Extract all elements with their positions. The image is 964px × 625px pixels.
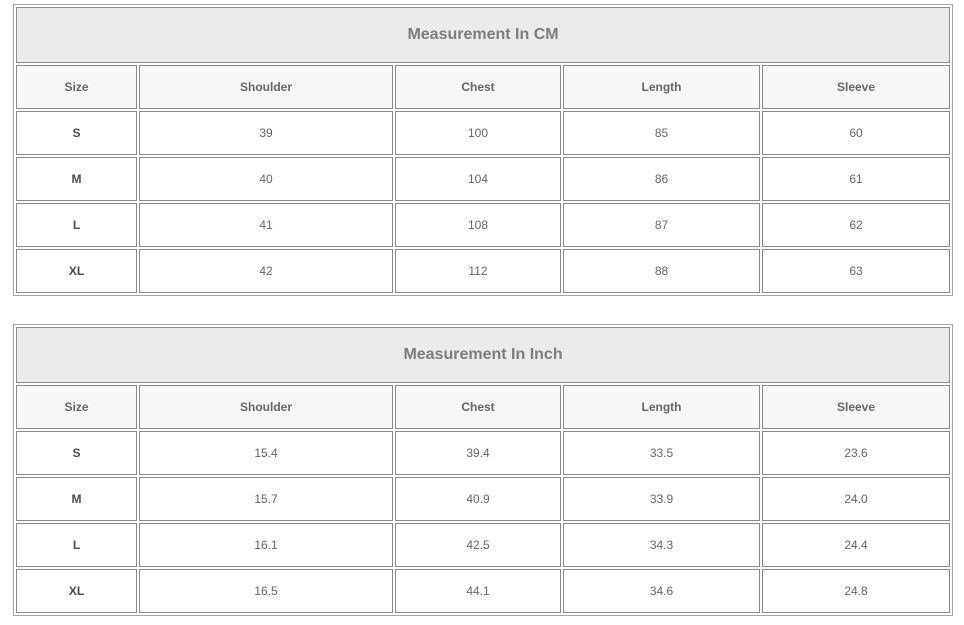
length-cell: 33.5 xyxy=(563,431,760,475)
table-row: S 15.4 39.4 33.5 23.6 xyxy=(16,431,951,475)
column-header-size: Size xyxy=(16,385,137,429)
size-cell: L xyxy=(16,523,137,567)
table-row: M 15.7 40.9 33.9 24.0 xyxy=(16,477,951,521)
column-header-size: Size xyxy=(16,65,137,109)
length-cell: 85 xyxy=(563,111,760,155)
size-cell: M xyxy=(16,477,137,521)
chest-cell: 42.5 xyxy=(395,523,561,567)
column-header-sleeve: Sleeve xyxy=(762,385,951,429)
table-title: Measurement In Inch xyxy=(16,327,951,383)
sleeve-cell: 23.6 xyxy=(762,431,951,475)
table-title: Measurement In CM xyxy=(16,7,951,63)
chest-cell: 40.9 xyxy=(395,477,561,521)
column-header-shoulder: Shoulder xyxy=(139,65,393,109)
table-title-row: Measurement In Inch xyxy=(16,327,951,383)
size-cell: XL xyxy=(16,569,137,613)
table-row: L 16.1 42.5 34.3 24.4 xyxy=(16,523,951,567)
table-row: M 40 104 86 61 xyxy=(16,157,951,201)
table-row: XL 16.5 44.1 34.6 24.8 xyxy=(16,569,951,613)
shoulder-cell: 40 xyxy=(139,157,393,201)
shoulder-cell: 39 xyxy=(139,111,393,155)
size-cell: S xyxy=(16,111,137,155)
table-header-row: Size Shoulder Chest Length Sleeve xyxy=(16,65,951,109)
column-header-length: Length xyxy=(563,65,760,109)
chest-cell: 104 xyxy=(395,157,561,201)
table-title-row: Measurement In CM xyxy=(16,7,951,63)
column-header-length: Length xyxy=(563,385,760,429)
size-chart-cm-table: Measurement In CM Size Shoulder Chest Le… xyxy=(13,4,954,296)
length-cell: 33.9 xyxy=(563,477,760,521)
sleeve-cell: 63 xyxy=(762,249,951,293)
size-cell: XL xyxy=(16,249,137,293)
shoulder-cell: 15.7 xyxy=(139,477,393,521)
length-cell: 34.3 xyxy=(563,523,760,567)
column-header-sleeve: Sleeve xyxy=(762,65,951,109)
size-cell: M xyxy=(16,157,137,201)
table-header-row: Size Shoulder Chest Length Sleeve xyxy=(16,385,951,429)
chest-cell: 112 xyxy=(395,249,561,293)
table-row: XL 42 112 88 63 xyxy=(16,249,951,293)
shoulder-cell: 16.5 xyxy=(139,569,393,613)
sleeve-cell: 62 xyxy=(762,203,951,247)
column-header-chest: Chest xyxy=(395,385,561,429)
shoulder-cell: 16.1 xyxy=(139,523,393,567)
chest-cell: 100 xyxy=(395,111,561,155)
table-row: L 41 108 87 62 xyxy=(16,203,951,247)
sleeve-cell: 24.0 xyxy=(762,477,951,521)
shoulder-cell: 42 xyxy=(139,249,393,293)
sleeve-cell: 24.4 xyxy=(762,523,951,567)
sleeve-cell: 61 xyxy=(762,157,951,201)
chest-cell: 44.1 xyxy=(395,569,561,613)
column-header-shoulder: Shoulder xyxy=(139,385,393,429)
size-cell: L xyxy=(16,203,137,247)
sleeve-cell: 24.8 xyxy=(762,569,951,613)
size-cell: S xyxy=(16,431,137,475)
length-cell: 86 xyxy=(563,157,760,201)
size-chart-inch-table: Measurement In Inch Size Shoulder Chest … xyxy=(13,324,954,616)
shoulder-cell: 15.4 xyxy=(139,431,393,475)
chest-cell: 108 xyxy=(395,203,561,247)
length-cell: 34.6 xyxy=(563,569,760,613)
table-row: S 39 100 85 60 xyxy=(16,111,951,155)
column-header-chest: Chest xyxy=(395,65,561,109)
sleeve-cell: 60 xyxy=(762,111,951,155)
shoulder-cell: 41 xyxy=(139,203,393,247)
chest-cell: 39.4 xyxy=(395,431,561,475)
length-cell: 88 xyxy=(563,249,760,293)
length-cell: 87 xyxy=(563,203,760,247)
